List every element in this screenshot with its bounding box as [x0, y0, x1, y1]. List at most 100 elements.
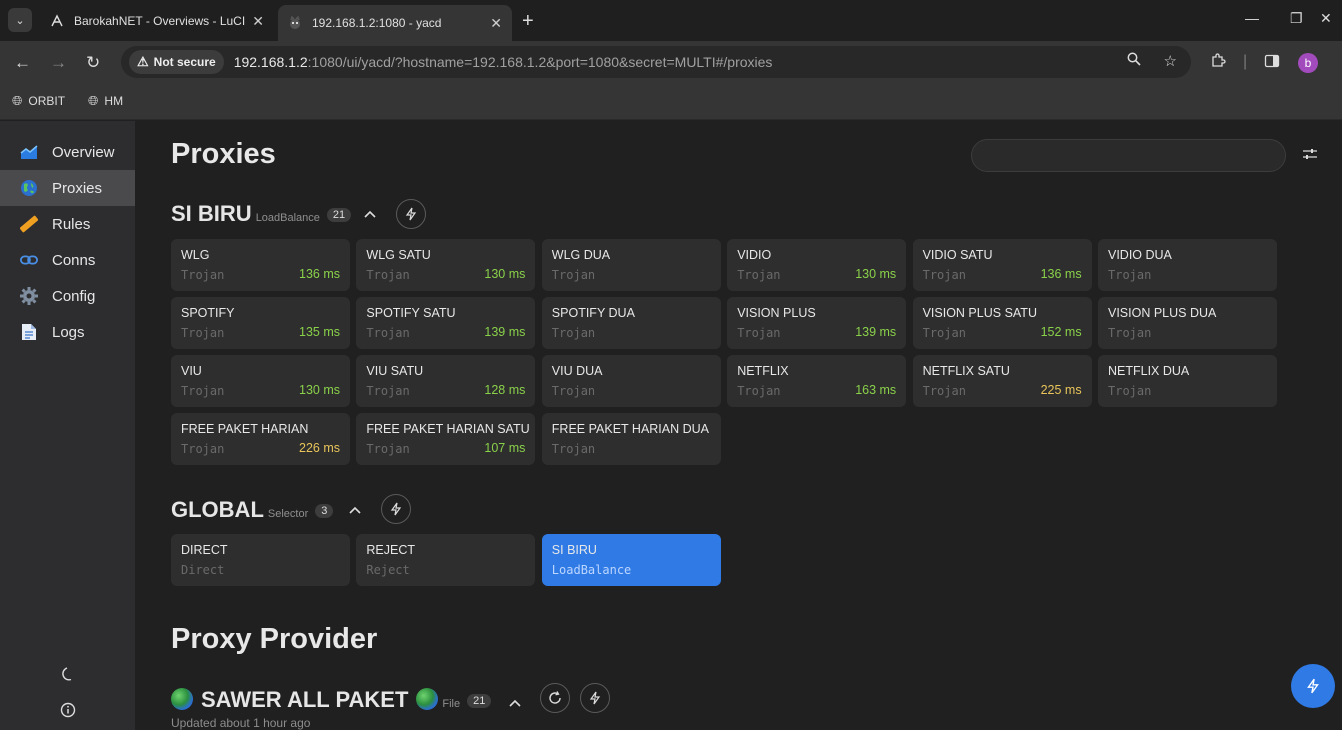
proxy-card[interactable]: VIDIO Trojan 130 ms	[727, 239, 907, 291]
proxy-card[interactable]: NETFLIX SATU Trojan 225 ms	[912, 355, 1092, 407]
new-tab-icon[interactable]: +	[522, 10, 534, 33]
lightning-icon	[1307, 678, 1319, 694]
sidebar-item-overview[interactable]: Overview	[0, 134, 135, 170]
provider-section-title: Proxy Provider	[171, 623, 378, 655]
proxy-card[interactable]: VISION PLUS Trojan 139 ms	[727, 297, 907, 349]
proxy-name: VIU DUA	[551, 364, 603, 378]
proxy-name: SPOTIFY	[181, 306, 235, 320]
proxy-card[interactable]: SPOTIFY SATU Trojan 139 ms	[356, 297, 536, 349]
provider-updated-text: Updated about 1 hour ago	[171, 716, 311, 730]
proxy-group-header: GLOBAL Selector 3	[171, 497, 334, 523]
tab-search-button[interactable]: ⌄	[8, 8, 32, 32]
proxy-card[interactable]: WLG Trojan 136 ms	[171, 239, 350, 291]
tab-title: 192.168.1.2:1080 - yacd	[312, 16, 442, 30]
proxy-card[interactable]: VIU SATU Trojan 128 ms	[356, 355, 536, 407]
bookmark-hm[interactable]: 🌐︎ HM	[88, 93, 123, 109]
close-tab-icon[interactable]: ✕	[252, 13, 264, 30]
bookmark-star-icon[interactable]: ☆	[1164, 53, 1177, 70]
address-bar[interactable]: ⚠ Not secure 192.168.1.2:1080/ui/yacd/?h…	[121, 46, 1191, 78]
proxy-card[interactable]: VIDIO DUA Trojan	[1098, 239, 1277, 291]
proxy-type: Trojan	[551, 384, 596, 398]
bookmark-orbit[interactable]: 🌐︎ ORBIT	[12, 93, 65, 109]
proxy-name: VIDIO SATU	[922, 248, 993, 262]
settings-sliders-icon[interactable]	[1303, 147, 1317, 166]
browser-tab-luci[interactable]: BarokahNET - Overviews - LuCI ✕	[40, 6, 274, 36]
proxy-card[interactable]: WLG SATU Trojan 130 ms	[356, 239, 536, 291]
proxy-card[interactable]: WLG DUA Trojan	[541, 239, 721, 291]
refresh-icon	[549, 691, 561, 704]
globe-icon	[20, 179, 38, 197]
sidebar-item-proxies[interactable]: Proxies	[0, 170, 135, 206]
close-tab-icon[interactable]: ✕	[490, 15, 502, 32]
proxy-card[interactable]: NETFLIX Trojan 163 ms	[727, 355, 907, 407]
proxy-card[interactable]: FREE PAKET HARIAN Trojan 226 ms	[171, 413, 350, 465]
collapse-chevron-icon[interactable]	[349, 501, 361, 517]
proxy-type: Trojan	[1108, 268, 1152, 282]
chart-icon	[20, 143, 38, 161]
proxy-type: Trojan	[181, 326, 225, 340]
proxy-card[interactable]: FREE PAKET HARIAN DUA Trojan	[541, 413, 721, 465]
latency-test-button[interactable]	[396, 199, 426, 229]
zoom-icon[interactable]	[1127, 52, 1145, 70]
theme-toggle-moon-icon[interactable]	[60, 666, 76, 687]
proxy-card[interactable]: VISION PLUS SATU Trojan 152 ms	[912, 297, 1092, 349]
provider-header: SAWER ALL PAKET File 21	[171, 685, 492, 713]
side-panel-icon[interactable]	[1264, 53, 1280, 74]
url-text[interactable]: 192.168.1.2:1080/ui/yacd/?hostname=192.1…	[234, 54, 773, 70]
profile-avatar[interactable]: b	[1298, 53, 1318, 73]
group-count-badge: 3	[315, 504, 334, 518]
browser-tab-yacd[interactable]: 192.168.1.2:1080 - yacd ✕	[278, 5, 512, 41]
latency-test-button[interactable]	[381, 494, 411, 524]
collapse-chevron-icon[interactable]	[364, 205, 376, 221]
proxy-latency: 139 ms	[484, 325, 526, 339]
url-path: :1080/ui/yacd/?hostname=192.168.1.2&port…	[307, 54, 773, 70]
proxy-card[interactable]: FREE PAKET HARIAN SATU Trojan 107 ms	[356, 413, 536, 465]
proxy-card[interactable]: SI BIRU LoadBalance	[541, 534, 721, 586]
proxy-card[interactable]: VIDIO SATU Trojan 136 ms	[912, 239, 1092, 291]
proxy-card[interactable]: VISION PLUS DUA Trojan	[1098, 297, 1277, 349]
proxy-latency: 226 ms	[299, 441, 340, 455]
proxy-card[interactable]: DIRECT Direct	[171, 534, 350, 586]
proxy-card[interactable]: REJECT Reject	[356, 534, 536, 586]
group-type: Selector	[267, 508, 309, 520]
globe-icon: 🌐︎	[12, 93, 23, 108]
search-input[interactable]	[971, 139, 1286, 172]
luci-favicon-icon	[50, 14, 64, 28]
proxy-name: VISION PLUS	[737, 306, 816, 320]
proxy-card[interactable]: SPOTIFY DUA Trojan	[541, 297, 721, 349]
proxy-name: NETFLIX	[737, 364, 789, 378]
reload-icon[interactable]: ↻	[86, 53, 100, 73]
proxy-card[interactable]: VIU Trojan 130 ms	[171, 355, 350, 407]
refresh-provider-button[interactable]	[540, 683, 570, 713]
minimize-icon[interactable]: —	[1245, 10, 1259, 26]
provider-latency-test-button[interactable]	[580, 683, 610, 713]
floating-latency-test-button[interactable]	[1291, 664, 1335, 708]
proxy-name: SI BIRU	[551, 543, 597, 557]
proxy-type: Reject	[366, 563, 410, 577]
sidebar-item-logs[interactable]: Logs	[0, 314, 135, 350]
about-info-icon[interactable]	[60, 702, 76, 723]
proxy-card[interactable]: NETFLIX DUA Trojan	[1098, 355, 1277, 407]
forward-arrow-icon[interactable]: →	[50, 53, 67, 73]
sidebar-item-label: Proxies	[52, 179, 103, 197]
proxy-card[interactable]: SPOTIFY Trojan 135 ms	[171, 297, 350, 349]
restore-icon[interactable]: ❐	[1290, 10, 1303, 27]
toolbar-divider: |	[1243, 53, 1248, 70]
collapse-chevron-icon[interactable]	[509, 694, 521, 710]
omnibox-actions: ☆	[1127, 52, 1177, 70]
proxy-name: NETFLIX DUA	[1108, 364, 1190, 378]
sidebar-item-rules[interactable]: Rules	[0, 206, 135, 242]
close-window-icon[interactable]: ✕	[1320, 10, 1332, 27]
proxy-type: Trojan	[737, 326, 781, 340]
security-chip[interactable]: ⚠ Not secure	[129, 50, 224, 74]
bookmark-label: HM	[104, 94, 124, 108]
sidebar-item-config[interactable]: Config	[0, 278, 135, 314]
back-arrow-icon[interactable]: ←	[14, 53, 31, 73]
proxy-card[interactable]: VIU DUA Trojan	[541, 355, 721, 407]
proxy-name: SPOTIFY SATU	[366, 306, 456, 320]
browser-tab-bar: ⌄ BarokahNET - Overviews - LuCI ✕ 192.16…	[0, 0, 1342, 41]
proxy-name: SPOTIFY DUA	[551, 306, 635, 320]
sidebar-item-conns[interactable]: Conns	[0, 242, 135, 278]
extensions-icon[interactable]	[1210, 53, 1226, 74]
group-name: SI BIRU	[171, 201, 252, 226]
